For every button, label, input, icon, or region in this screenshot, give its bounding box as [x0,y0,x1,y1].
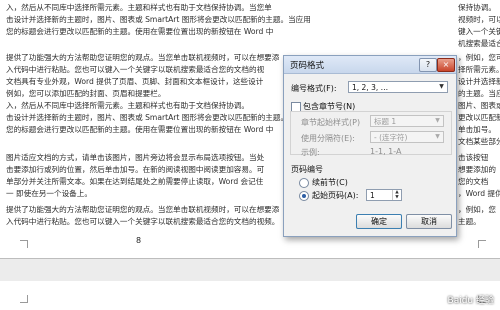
page-gap [0,258,500,282]
start-at-stepper[interactable]: 1 ▲ ▼ [366,189,402,201]
text-line: 图片适应文档的方式，请单击该图片，图片旁边将会显示布局选项按钮。当处 [6,153,265,162]
spin-arrows-icon[interactable]: ▲ ▼ [392,190,401,200]
page-number: 8 [136,236,142,245]
help-button[interactable]: ? [419,58,437,72]
text-line-right: ，例如，您可以 [458,53,500,62]
text-line-right: 单击加号。 [458,125,496,134]
continue-label: 续前节(C) [312,178,348,187]
start-at-value: 1 [370,191,375,200]
continue-radio[interactable] [299,178,309,188]
text-line: 单部分并关注所需文本。如果在达到结尾处之前需要停止读取，Word 会记住 [6,177,264,186]
start-at-label: 起始页码(A): [312,191,359,200]
text-line: 您的标题会进行更改以匹配新的主题。使用在需要位置出现的新按钮在 Word 中 [6,27,274,36]
chapter-style-select[interactable]: 标题 1 ▼ [370,115,444,127]
watermark: Baidu 经验 [447,296,494,306]
page-number-format-dialog: 页码格式 ? × 编号格式(F): 1, 2, 3, … ▼ 包含章节号(N) … [283,55,457,237]
chevron-down-icon: ▼ [435,117,440,124]
text-line-right: 更改以匹配新 [458,113,500,122]
separator-label: 使用分隔符(E): [301,134,355,143]
chevron-down-icon: ▼ [435,133,440,140]
text-line: 一 即使在另一个设备上。 [6,189,92,198]
text-line-right: 视频时，可以 [458,15,500,24]
chevron-down-icon: ▼ [439,83,444,90]
text-line: 提供了功能强大的方法帮助您证明您的观点。当您单击联机视频时，可以在想要添 [6,53,280,62]
separator-value: - (连字符) [374,133,408,142]
text-line-right: 的主题。当应 [458,89,500,98]
text-line: 提供了功能强大的方法帮助您证明您的观点。当您单击联机视频时，可以在想要添 [6,205,280,214]
text-line-right: 想要添加的 [458,165,496,174]
text-line-right: 您的文档 [458,177,489,186]
text-line: 文档具有专业外观，Word 提供了页眉、页脚、封面和文本框设计，这些设计 [6,77,264,86]
text-line: 入，然后从不同库中选择所需元素。主题和样式也有助于文档保持协调。 [6,101,249,110]
number-format-value: 1, 2, 3, … [352,83,389,92]
text-line-right: ，例如，您 [458,205,496,214]
text-line: 例如，您可以添加匹配的封面、页眉和提要栏。 [6,89,166,98]
text-line: 击要添加行或列的位置，然后单击加号。在新的阅读视图中阅读更加容易。可 [6,165,265,174]
chapter-style-label: 章节起始样式(P) [301,118,361,127]
number-format-select[interactable]: 1, 2, 3, … ▼ [348,81,448,93]
text-line: 击设计并选择新的主题时，图片、图表或 SmartArt 图形将会更改以匹配新的主… [6,15,311,24]
crop-mark [478,240,486,248]
text-line: 入代码中进行粘贴。您也可以键入一个关键字以联机搜索最适合您的文档的视频。 [6,217,280,226]
text-line: 击设计并选择新的主题时，图片、图表或 SmartArt 图形将会更改以匹配新的主… [6,113,289,122]
ok-button[interactable]: 确定 [356,214,402,229]
page-2[interactable] [0,281,500,310]
text-line-right: 设计并选择新的 [458,77,500,86]
cancel-button[interactable]: 取消 [406,214,452,229]
crop-mark [20,295,28,303]
text-line: 入，然后从不同库中选择所需元素。主题和样式也有助于文档保持协调。当您单 [6,3,272,12]
text-line-right: 机搜索最适合您 [458,39,500,48]
text-line-right: 主题。 [458,217,481,226]
text-line-right: 击该按钮 [458,153,489,162]
text-line-right: 图片、图表或 [458,101,500,110]
chapter-style-value: 标题 1 [374,117,397,126]
numbering-group-label: 页码编号 [291,165,323,174]
crop-mark [20,240,28,248]
text-line-right: 保持协调。 [458,3,496,12]
dialog-title-bar[interactable]: 页码格式 ? × [284,56,456,74]
separator-select[interactable]: - (连字符) ▼ [370,131,444,143]
examples-value: 1-1, 1-A [370,147,402,156]
number-format-label: 编号格式(F): [291,84,337,93]
text-line-right: 择所需元素。 [458,65,500,74]
text-line-right: ，Word 提供 [458,189,500,198]
text-line-right: 文档某些部分 [458,137,500,146]
text-line: 入代码中进行粘贴。您也可以键入一个关键字以联机搜索最适合您的文档的视 [6,65,265,74]
dialog-title: 页码格式 [290,61,325,71]
text-line-right: 键入一个关键字 [458,27,500,36]
start-at-radio[interactable] [299,191,309,201]
close-button[interactable]: × [437,58,455,72]
examples-label: 示例: [301,148,320,157]
text-line: 您的标题会进行更改以匹配新的主题。使用在需要位置出现的新按钮在 Word 中 [6,125,274,134]
